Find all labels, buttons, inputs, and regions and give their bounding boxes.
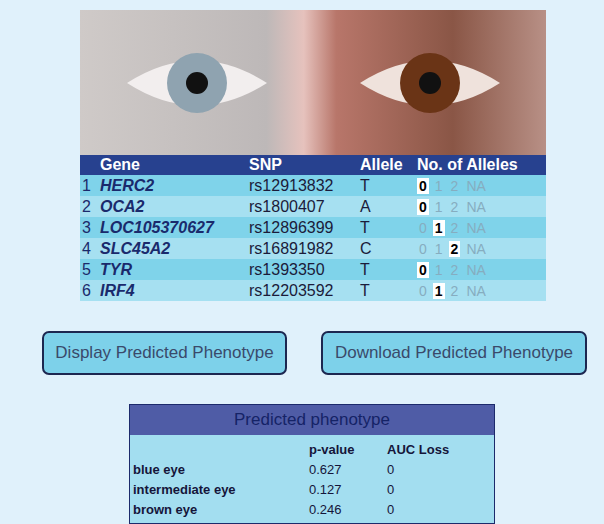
column-header: Allele	[360, 156, 417, 174]
button-row: Display Predicted Phenotype Download Pred…	[0, 331, 604, 375]
brown-eye-icon	[355, 43, 505, 123]
allele-count-options: 012NA	[417, 241, 546, 257]
phenotype-title: Predicted phenotype	[130, 405, 494, 435]
allele-count-option[interactable]: 0	[417, 241, 429, 257]
snp-id: rs1393350	[249, 261, 360, 279]
phenotype-value: 0.246	[309, 502, 387, 517]
phenotype-value: 0	[387, 462, 494, 477]
phenotype-value: 0	[387, 482, 494, 497]
display-button[interactable]: Display Predicted Phenotype	[42, 331, 287, 375]
row-index: 2	[80, 198, 100, 216]
allele: T	[360, 219, 417, 237]
allele-count-option[interactable]: 2	[449, 241, 461, 257]
allele-count-option[interactable]: NA	[464, 241, 487, 257]
allele-count-option[interactable]: NA	[464, 262, 487, 278]
row-index: 3	[80, 219, 100, 237]
allele-count-options: 012NA	[417, 262, 546, 278]
allele: T	[360, 177, 417, 195]
allele-count-option[interactable]: 1	[433, 199, 445, 215]
table-row: 4SLC45A2rs16891982C012NA	[80, 238, 546, 259]
phenotype-label: blue eye	[133, 462, 309, 477]
table-row: 3LOC105370627rs12896399T012NA	[80, 217, 546, 238]
gene-name: TYR	[100, 261, 249, 279]
table-row: 2OCA2rs1800407A012NA	[80, 196, 546, 217]
allele-count-option[interactable]: 0	[417, 178, 429, 194]
phenotype-header: p-valueAUC Loss	[133, 439, 494, 459]
allele-count-option[interactable]: 0	[417, 262, 429, 278]
table-row: 6IRF4rs12203592T012NA	[80, 280, 546, 301]
table-body: 1HERC2rs12913832T012NA2OCA2rs1800407A012…	[80, 175, 546, 301]
snp-id: rs1800407	[249, 198, 360, 216]
column-header: No. of Alleles	[417, 156, 546, 174]
eye-photo	[80, 10, 546, 155]
row-index: 4	[80, 240, 100, 258]
gene-panel: GeneSNPAlleleNo. of Alleles1HERC2rs12913…	[80, 10, 546, 301]
allele-count-option[interactable]: 0	[417, 283, 429, 299]
allele-count-options: 012NA	[417, 178, 546, 194]
allele-count-option[interactable]: 2	[449, 199, 461, 215]
gene-name: SLC45A2	[100, 240, 249, 258]
download-button[interactable]: Download Predicted Phenotype	[321, 331, 587, 375]
allele-count-options: 012NA	[417, 283, 546, 299]
phenotype-value: 0.127	[309, 482, 387, 497]
phenotype-value: 0	[387, 502, 494, 517]
allele-count-option[interactable]: 1	[433, 283, 445, 299]
phenotype-value: 0.627	[309, 462, 387, 477]
phenotype-table: Predicted phenotypep-valueAUC Lossblue e…	[129, 404, 495, 524]
column-header: AUC Loss	[387, 442, 494, 457]
phenotype-label: intermediate eye	[133, 482, 309, 497]
allele: T	[360, 282, 417, 300]
allele-count-option[interactable]: NA	[464, 199, 487, 215]
gene-name: IRF4	[100, 282, 249, 300]
allele-count-options: 012NA	[417, 199, 546, 215]
snp-id: rs12896399	[249, 219, 360, 237]
allele-count-option[interactable]: 2	[449, 262, 461, 278]
allele-count-option[interactable]: NA	[464, 283, 487, 299]
allele-count-option[interactable]: 1	[433, 220, 445, 236]
table-header: GeneSNPAlleleNo. of Alleles	[80, 155, 546, 175]
phenotype-row: intermediate eye0.1270	[133, 479, 494, 499]
snp-id: rs16891982	[249, 240, 360, 258]
gene-name: OCA2	[100, 198, 249, 216]
allele-count-option[interactable]: 0	[417, 199, 429, 215]
column-header: SNP	[249, 156, 360, 174]
phenotype-row: blue eye0.6270	[133, 459, 494, 479]
table-row: 5TYRrs1393350T012NA	[80, 259, 546, 280]
allele: C	[360, 240, 417, 258]
phenotype-body: p-valueAUC Lossblue eye0.6270intermediat…	[130, 435, 494, 523]
snp-id: rs12913832	[249, 177, 360, 195]
gene-name: HERC2	[100, 177, 249, 195]
table-row: 1HERC2rs12913832T012NA	[80, 175, 546, 196]
allele-count-option[interactable]: 1	[433, 241, 445, 257]
allele-count-options: 012NA	[417, 220, 546, 236]
allele-count-option[interactable]: NA	[464, 178, 487, 194]
allele-count-option[interactable]: NA	[464, 220, 487, 236]
blue-eye-icon	[122, 43, 272, 123]
allele-count-option[interactable]: 2	[449, 178, 461, 194]
phenotype-label: brown eye	[133, 502, 309, 517]
snp-id: rs12203592	[249, 282, 360, 300]
row-index: 6	[80, 282, 100, 300]
column-header: Gene	[100, 156, 249, 174]
allele: T	[360, 261, 417, 279]
allele-count-option[interactable]: 0	[417, 220, 429, 236]
allele-count-option[interactable]: 1	[433, 262, 445, 278]
column-header: p-value	[309, 442, 387, 457]
phenotype-row: brown eye0.2460	[133, 499, 494, 519]
row-index: 1	[80, 177, 100, 195]
allele-count-option[interactable]: 1	[433, 178, 445, 194]
allele-count-option[interactable]: 2	[449, 220, 461, 236]
gene-name: LOC105370627	[100, 219, 249, 237]
row-index: 5	[80, 261, 100, 279]
allele-count-option[interactable]: 2	[449, 283, 461, 299]
allele: A	[360, 198, 417, 216]
